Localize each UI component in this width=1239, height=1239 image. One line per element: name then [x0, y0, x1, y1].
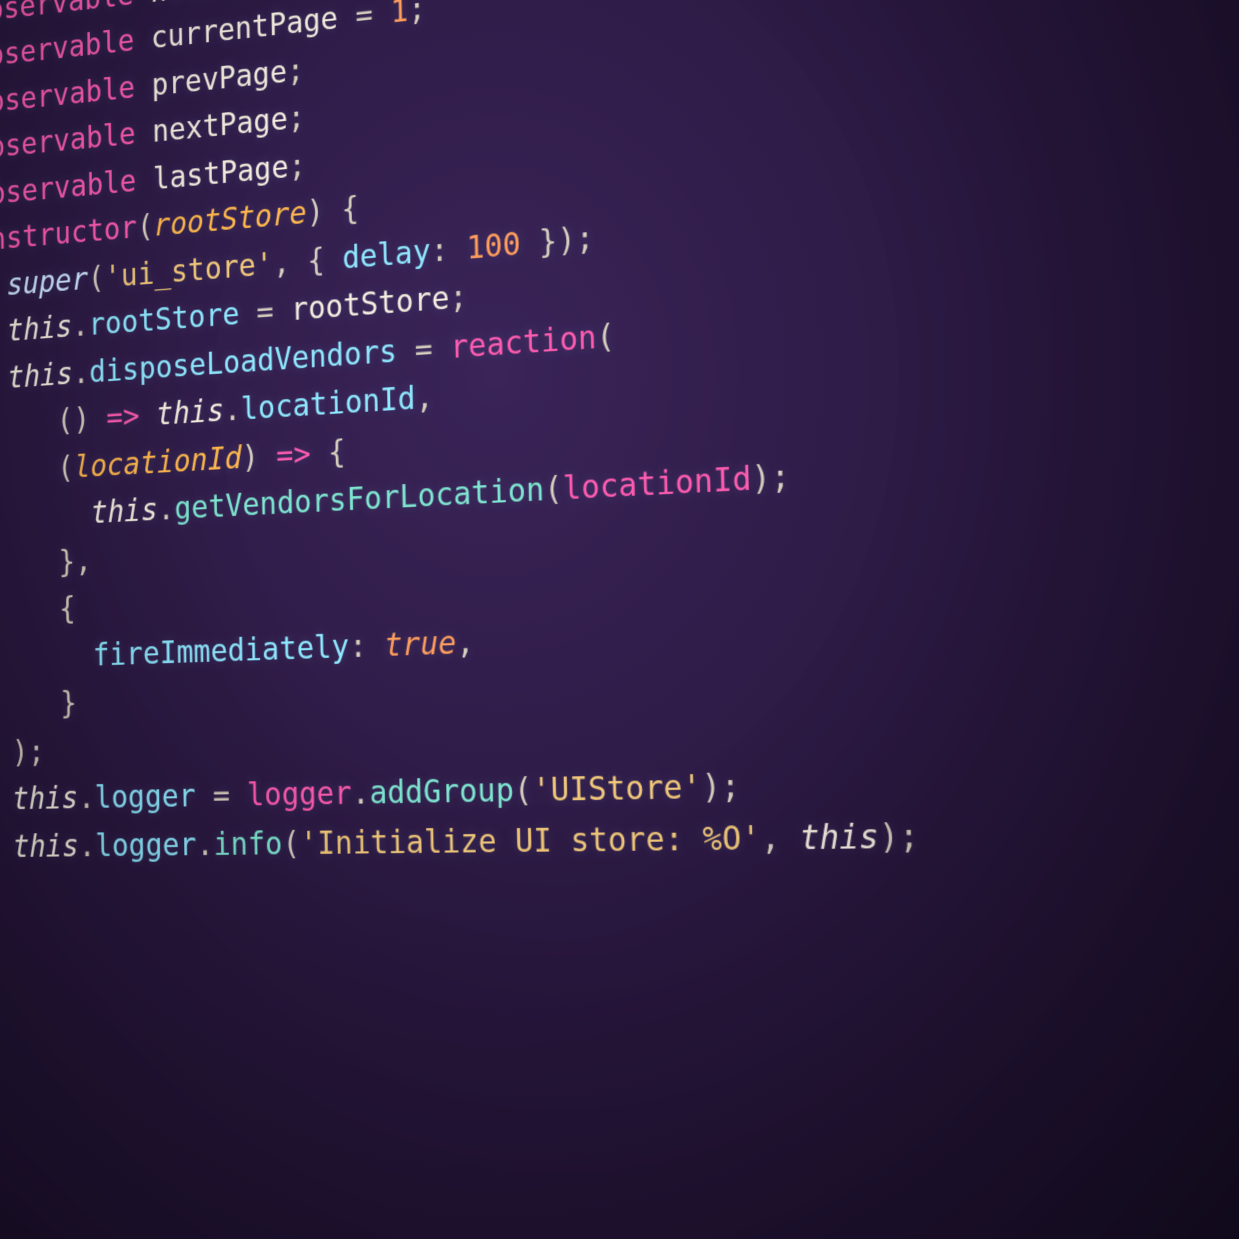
token-prop: logger	[94, 778, 195, 816]
token-punct: .	[157, 491, 174, 528]
token-ident: locationId	[562, 460, 752, 508]
token-punct: .	[351, 775, 369, 812]
code-editor-viewport: @observable p...@observable networkStatu…	[0, 0, 1239, 1239]
token-punct: =	[338, 0, 391, 36]
token-punct: ;	[288, 147, 306, 185]
token-punct: =	[195, 777, 247, 814]
token-punct: (	[282, 825, 300, 862]
token-punct: .	[224, 392, 242, 429]
token-num: 1	[390, 0, 408, 31]
token-fn: addGroup	[369, 772, 514, 812]
token-punct: .	[73, 355, 90, 391]
token-bool: true	[384, 624, 456, 664]
token-punct: (	[137, 209, 154, 246]
token-prop: locationId	[241, 380, 416, 427]
token-punct: {	[310, 433, 346, 471]
token-punct	[139, 397, 156, 434]
token-punct: );	[878, 817, 919, 857]
token-this: this	[12, 780, 78, 817]
token-punct: ;	[449, 279, 468, 317]
token-punct	[0, 829, 13, 865]
token-kw: constructor	[0, 210, 137, 260]
token-param: locationId	[74, 440, 242, 485]
token-punct	[0, 782, 13, 818]
token-punct: (	[596, 317, 615, 356]
token-this: this	[13, 828, 79, 864]
token-punct: ,	[415, 379, 434, 417]
token-prop: delay	[342, 233, 431, 277]
token-fn: info	[213, 825, 283, 862]
token-punct: (	[514, 772, 533, 810]
token-bkw: super	[6, 261, 88, 303]
token-punct: },	[0, 543, 92, 584]
token-propD: prevPage	[151, 54, 287, 103]
token-this: this	[91, 492, 158, 531]
token-propD: rootStore	[291, 280, 450, 328]
token-propD: lastPage	[153, 149, 289, 197]
token-punct: (	[88, 260, 105, 297]
token-punct: );	[0, 734, 45, 771]
token-kw: =>	[276, 436, 311, 474]
token-punct: );	[701, 768, 740, 807]
token-punct: ;	[287, 100, 305, 138]
token-punct	[0, 496, 91, 538]
token-param: rootStore	[153, 195, 307, 244]
token-str: 'UIStore'	[532, 768, 702, 809]
token-punct: .	[72, 308, 89, 344]
token-str: 'Initialize UI store: %O'	[300, 819, 762, 862]
token-punct: }	[0, 686, 77, 725]
token-punct: , {	[273, 240, 343, 282]
token-prop: logger	[95, 827, 197, 864]
token-punct: (	[0, 450, 74, 492]
token-punct: :	[349, 627, 385, 665]
token-ident: reaction	[450, 319, 597, 366]
token-this: this	[156, 393, 224, 433]
token-punct: ,	[456, 624, 475, 662]
token-punct: {	[0, 591, 76, 631]
token-punct: =	[239, 292, 291, 332]
token-punct: );	[751, 458, 791, 498]
token-propD: nextPage	[152, 101, 288, 150]
token-punct: :	[430, 230, 467, 270]
token-punct: });	[520, 219, 594, 262]
code-sheet[interactable]: @observable p...@observable networkStatu…	[0, 0, 1239, 919]
token-prop: rootStore	[88, 296, 239, 343]
token-punct: ()	[0, 401, 107, 445]
token-punct: ;	[287, 52, 305, 90]
token-str: 'ui_store'	[104, 246, 273, 295]
token-punct: .	[196, 826, 214, 863]
token-this: this	[7, 356, 73, 396]
token-prop: fireImmediately	[93, 628, 350, 673]
token-punct: ) {	[306, 190, 359, 231]
token-punct: .	[78, 780, 95, 816]
token-punct: )	[241, 438, 276, 476]
token-punct: ;	[408, 0, 426, 29]
token-punct: .	[79, 828, 96, 864]
token-punct	[0, 638, 93, 678]
token-this: this	[7, 309, 72, 349]
token-ident: logger	[247, 775, 352, 814]
token-kw: =>	[106, 398, 140, 436]
token-punct: ,	[760, 818, 800, 857]
token-punct: =	[396, 329, 450, 369]
token-punct: (	[544, 470, 563, 508]
token-this: this	[799, 817, 879, 857]
token-num: 100	[466, 225, 521, 266]
